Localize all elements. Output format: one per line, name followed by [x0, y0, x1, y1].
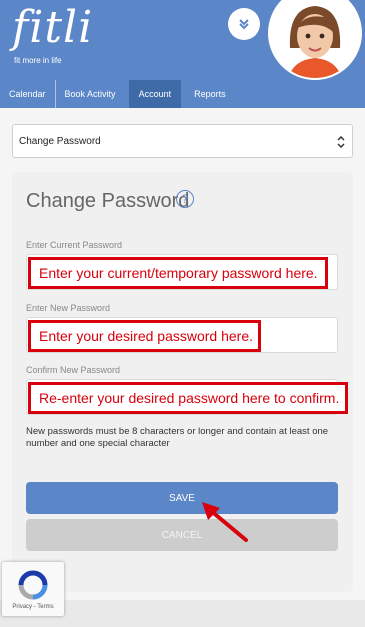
arrow-icon [202, 502, 248, 542]
password-requirements-hint: New passwords must be 8 characters or lo… [26, 426, 329, 449]
fitli-logo[interactable]: fitli fit more in life [12, 6, 112, 68]
tab-book-activity[interactable]: Book Activity [54, 80, 125, 108]
up-down-chevron-icon [337, 135, 345, 149]
confirm-password-callout: Re-enter your desired password here to c… [28, 382, 348, 414]
page-title: Change Password [26, 190, 190, 212]
cancel-button[interactable]: CANCEL [26, 519, 338, 551]
logo-text: fitli [12, 2, 94, 53]
help-icon[interactable]: ? [176, 190, 194, 208]
menu-toggle-button[interactable] [228, 8, 260, 40]
confirm-password-label: Confirm New Password [26, 365, 121, 375]
avatar-image [270, 0, 360, 78]
new-password-callout: Enter your desired password here. [28, 320, 261, 352]
tab-account[interactable]: Account [128, 80, 182, 108]
current-password-callout: Enter your current/temporary password he… [28, 257, 328, 289]
tab-reports[interactable]: Reports [185, 80, 235, 108]
app-header: fitli fit more in life Calendar Book Act… [0, 0, 365, 108]
avatar[interactable] [268, 0, 362, 80]
tab-calendar[interactable]: Calendar [0, 80, 55, 108]
account-section-select[interactable]: Change Password [12, 124, 353, 158]
recaptcha-privacy-terms[interactable]: Privacy - Terms [2, 604, 64, 610]
new-password-label: Enter New Password [26, 303, 111, 313]
recaptcha-icon [18, 570, 48, 600]
main-tabs: Calendar Book Activity Account Reports [0, 80, 235, 108]
current-password-label: Enter Current Password [26, 240, 123, 250]
logo-tagline: fit more in life [14, 56, 62, 65]
select-value: Change Password [19, 135, 101, 147]
double-chevron-down-icon [239, 19, 249, 30]
recaptcha-badge[interactable]: Privacy - Terms [2, 562, 64, 616]
save-button[interactable]: SAVE [26, 482, 338, 514]
